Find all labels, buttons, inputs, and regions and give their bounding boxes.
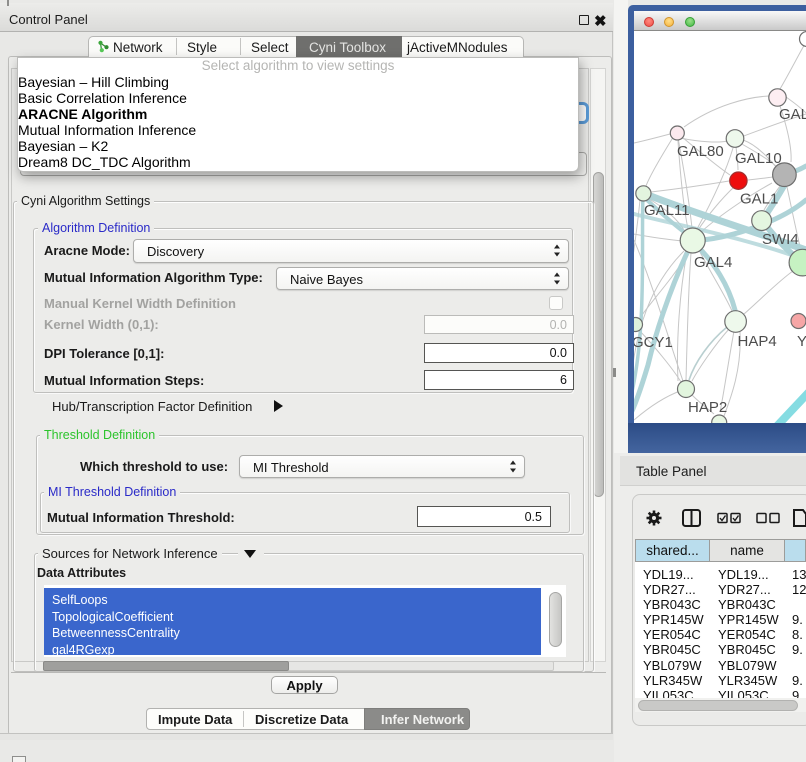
svg-text:HAP2: HAP2 xyxy=(688,399,727,416)
svg-text:GAL11: GAL11 xyxy=(644,202,690,219)
svg-text:GAL4: GAL4 xyxy=(694,254,732,271)
svg-text:GAL1: GAL1 xyxy=(740,191,778,208)
svg-text:SWI4: SWI4 xyxy=(762,231,799,248)
svg-text:HAP4: HAP4 xyxy=(738,333,777,350)
svg-text:GCY1: GCY1 xyxy=(634,334,673,351)
svg-text:GAL80: GAL80 xyxy=(677,143,724,160)
svg-text:Y: Y xyxy=(797,333,806,350)
svg-text:GAL10: GAL10 xyxy=(735,150,782,167)
svg-text:GAL7: GAL7 xyxy=(779,106,806,123)
